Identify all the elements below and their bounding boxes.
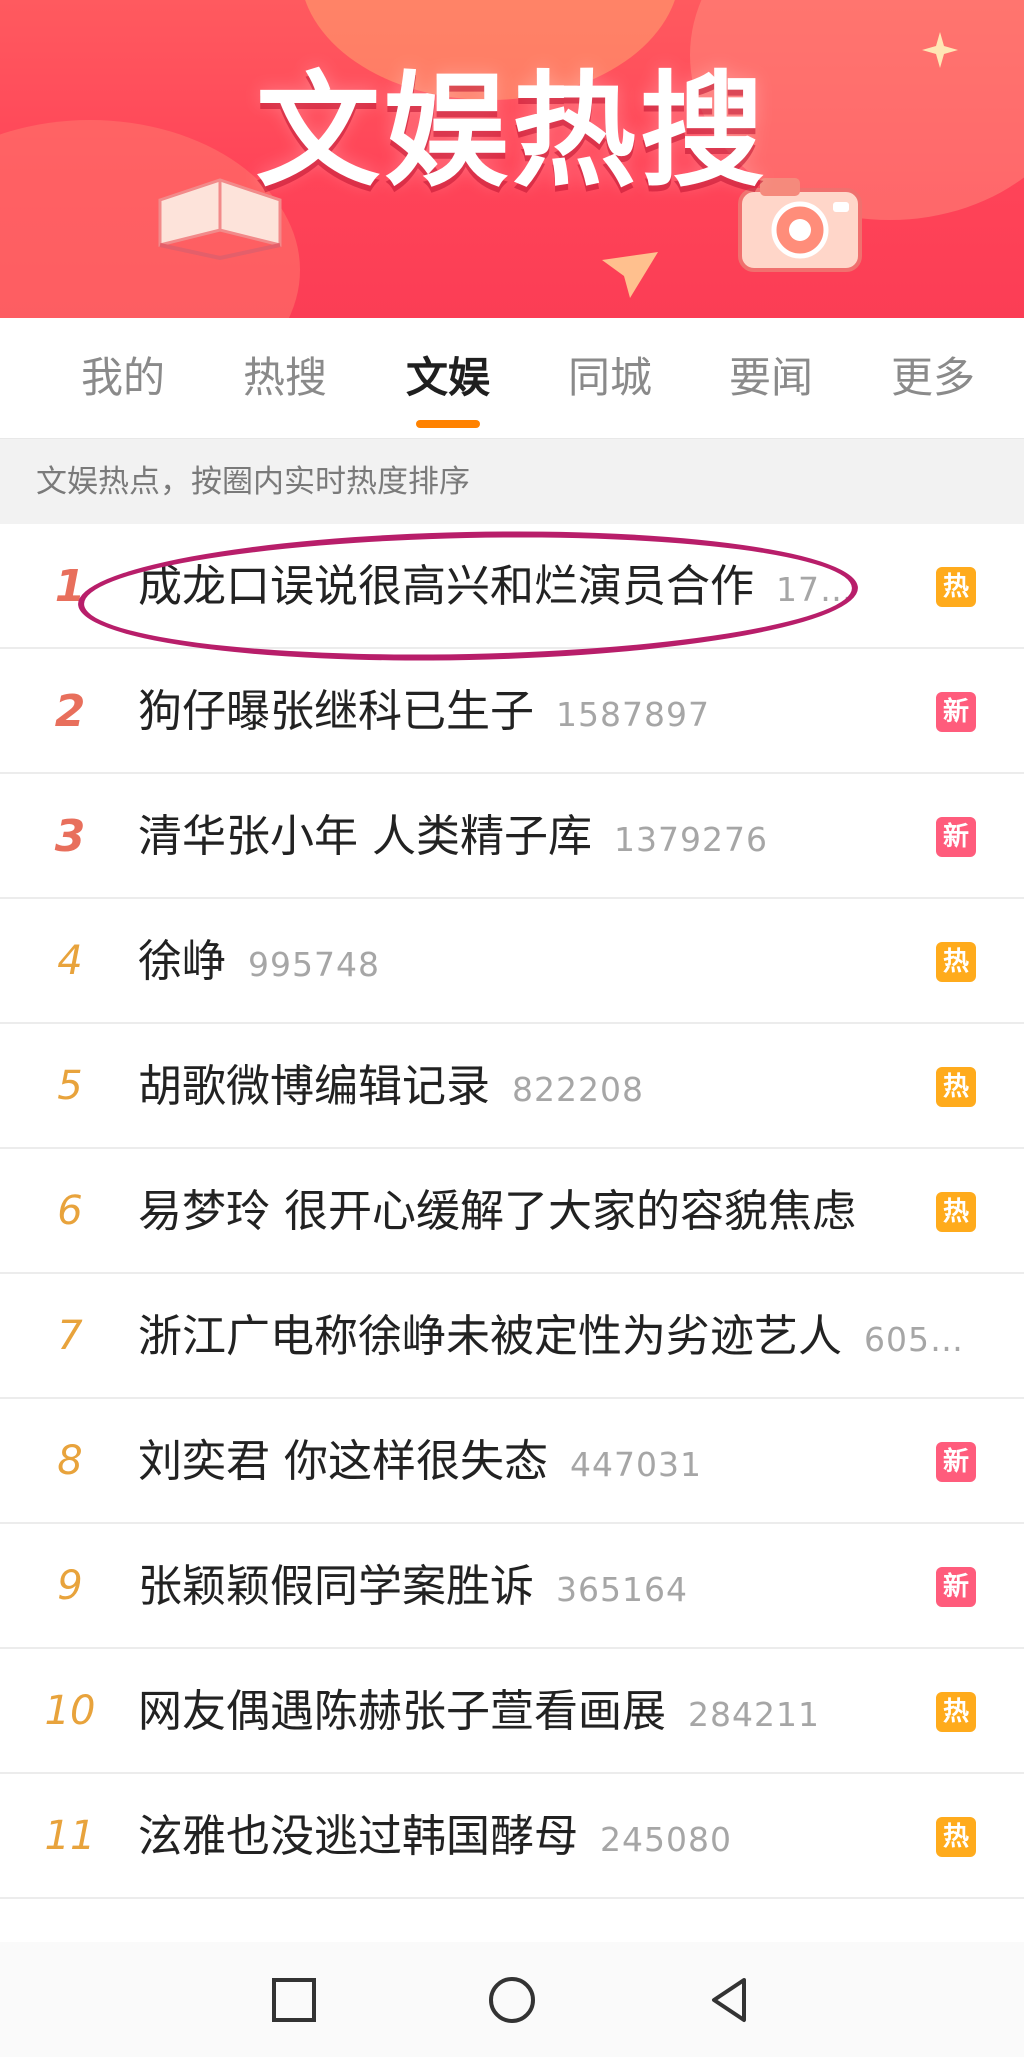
row-text: 狗仔曝张继科已生子 1587897 bbox=[138, 649, 938, 774]
topic-title[interactable]: 刘奕君 你这样很失态 bbox=[138, 1436, 548, 1487]
circle-icon[interactable] bbox=[482, 1970, 542, 2030]
tab-mine[interactable]: 我的 bbox=[58, 348, 188, 408]
row-text: 泫雅也没逃过韩国酵母 245080 bbox=[138, 1774, 938, 1899]
list-item[interactable]: 6 易梦玲 很开心缓解了大家的容貌焦虑 热 bbox=[0, 1149, 1024, 1274]
row-text: 张颖颖假同学案胜诉 365164 bbox=[138, 1524, 938, 1649]
row-text: 清华张小年 人类精子库 1379276 bbox=[138, 774, 938, 899]
topic-title[interactable]: 清华张小年 人类精子库 bbox=[138, 811, 592, 862]
square-icon[interactable] bbox=[264, 1970, 324, 2030]
heat-count: 1587897 bbox=[556, 695, 710, 734]
topic-title[interactable]: 狗仔曝张继科已生子 bbox=[138, 686, 534, 737]
list-item[interactable]: 5 胡歌微博编辑记录 822208 热 bbox=[0, 1024, 1024, 1149]
list-item[interactable]: 3 清华张小年 人类精子库 1379276 新 bbox=[0, 774, 1024, 899]
topic-title[interactable]: 张颖颖假同学案胜诉 bbox=[138, 1561, 534, 1612]
hot-search-banner: 文娱热搜 bbox=[0, 0, 1024, 318]
heat-count: 605… bbox=[864, 1320, 964, 1359]
list-item[interactable]: 11 泫雅也没逃过韩国酵母 245080 热 bbox=[0, 1774, 1024, 1899]
heat-count: 995748 bbox=[248, 945, 380, 984]
category-tabs: 我的 热搜 文娱 同城 要闻 更多 bbox=[0, 318, 1024, 438]
heat-count: 822208 bbox=[512, 1070, 644, 1109]
row-text: 刘奕君 你这样很失态 447031 bbox=[138, 1399, 938, 1524]
tab-entertainment[interactable]: 文娱 bbox=[383, 348, 513, 428]
heat-count: 17… bbox=[776, 570, 854, 609]
heat-count: 447031 bbox=[570, 1445, 702, 1484]
topic-title[interactable]: 成龙口误说很高兴和烂演员合作 bbox=[138, 561, 754, 612]
triangle-back-icon[interactable] bbox=[700, 1970, 760, 2030]
row-text: 浙江广电称徐峥未被定性为劣迹艺人 605… bbox=[138, 1274, 998, 1399]
paper-plane-icon bbox=[602, 252, 658, 298]
heat-count: 365164 bbox=[556, 1570, 688, 1609]
list-item[interactable]: 7 浙江广电称徐峥未被定性为劣迹艺人 605… bbox=[0, 1274, 1024, 1399]
tab-hot-search[interactable]: 热搜 bbox=[220, 348, 350, 408]
new-badge: 新 bbox=[936, 1442, 976, 1482]
hot-badge: 热 bbox=[936, 1067, 976, 1107]
hot-badge: 热 bbox=[936, 1817, 976, 1857]
topic-title[interactable]: 网友偶遇陈赫张子萱看画展 bbox=[138, 1686, 666, 1737]
hot-badge: 热 bbox=[936, 942, 976, 982]
hot-badge: 热 bbox=[936, 1192, 976, 1232]
heat-count: 284211 bbox=[688, 1695, 820, 1734]
topic-title[interactable]: 易梦玲 很开心缓解了大家的容貌焦虑 bbox=[138, 1186, 856, 1237]
list-item[interactable]: 10 网友偶遇陈赫张子萱看画展 284211 热 bbox=[0, 1649, 1024, 1774]
new-badge: 新 bbox=[936, 817, 976, 857]
banner-title: 文娱热搜 bbox=[255, 60, 768, 204]
row-text: 胡歌微博编辑记录 822208 bbox=[138, 1024, 938, 1149]
rank-number: 10 bbox=[44, 1688, 96, 1734]
hot-badge: 热 bbox=[936, 1692, 976, 1732]
tab-more[interactable]: 更多 bbox=[868, 348, 998, 408]
tab-news[interactable]: 要闻 bbox=[706, 348, 836, 408]
heat-count: 245080 bbox=[600, 1820, 732, 1859]
rank-number: 4 bbox=[57, 938, 83, 984]
topic-title[interactable]: 胡歌微博编辑记录 bbox=[138, 1061, 490, 1112]
row-text: 成龙口误说很高兴和烂演员合作 17… bbox=[138, 524, 938, 649]
topic-title[interactable]: 泫雅也没逃过韩国酵母 bbox=[138, 1811, 578, 1862]
heat-count: 1379276 bbox=[614, 820, 768, 859]
rank-number: 1 bbox=[54, 561, 86, 612]
row-text: 易梦玲 很开心缓解了大家的容貌焦虑 bbox=[138, 1149, 938, 1274]
system-nav-bar bbox=[0, 1942, 1024, 2057]
list-item[interactable]: 8 刘奕君 你这样很失态 447031 新 bbox=[0, 1399, 1024, 1524]
new-badge: 新 bbox=[936, 1567, 976, 1607]
rank-number: 5 bbox=[57, 1063, 83, 1109]
list-item[interactable]: 4 徐峥 995748 热 bbox=[0, 899, 1024, 1024]
row-text: 徐峥 995748 bbox=[138, 899, 938, 1024]
list-item[interactable]: 1 成龙口误说很高兴和烂演员合作 17… 热 bbox=[0, 524, 1024, 649]
list-item[interactable]: 2 狗仔曝张继科已生子 1587897 新 bbox=[0, 649, 1024, 774]
hot-badge: 热 bbox=[936, 567, 976, 607]
list-item[interactable]: 9 张颖颖假同学案胜诉 365164 新 bbox=[0, 1524, 1024, 1649]
hot-search-list: 1 成龙口误说很高兴和烂演员合作 17… 热 2 狗仔曝张继科已生子 1587897… bbox=[0, 524, 1024, 1899]
tab-local[interactable]: 同城 bbox=[545, 348, 675, 408]
rank-number: 9 bbox=[57, 1563, 83, 1609]
row-text: 网友偶遇陈赫张子萱看画展 284211 bbox=[138, 1649, 938, 1774]
topic-title[interactable]: 徐峥 bbox=[138, 936, 226, 987]
rank-number: 7 bbox=[57, 1313, 83, 1359]
rank-number: 6 bbox=[57, 1188, 83, 1234]
rank-number: 3 bbox=[54, 811, 86, 862]
section-note: 文娱热点，按圈内实时热度排序 bbox=[0, 438, 1024, 524]
rank-number: 2 bbox=[54, 686, 86, 737]
rank-number: 11 bbox=[44, 1813, 96, 1859]
new-badge: 新 bbox=[936, 692, 976, 732]
rank-number: 8 bbox=[57, 1438, 83, 1484]
topic-title[interactable]: 浙江广电称徐峥未被定性为劣迹艺人 bbox=[138, 1311, 842, 1362]
